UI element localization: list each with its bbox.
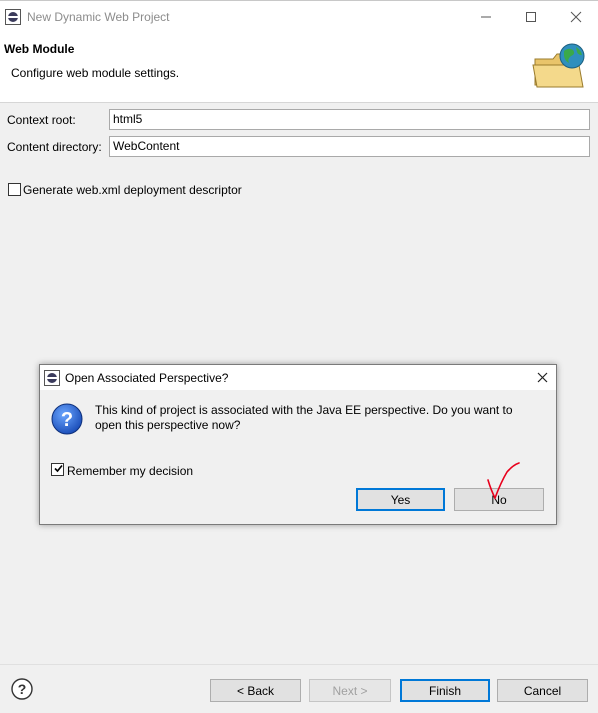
question-icon: ? xyxy=(51,403,83,435)
remember-decision-label: Remember my decision xyxy=(67,464,194,478)
svg-text:?: ? xyxy=(61,409,73,431)
checkmark-icon xyxy=(54,464,63,473)
dialog-close-button[interactable] xyxy=(528,365,556,390)
eclipse-app-icon xyxy=(5,9,21,25)
dialog-titlebar: Open Associated Perspective? xyxy=(40,365,556,390)
maximize-button[interactable] xyxy=(508,1,554,33)
context-root-label: Context root: xyxy=(7,113,76,127)
minimize-button[interactable] xyxy=(463,1,509,33)
next-button[interactable]: Next > xyxy=(309,679,391,702)
content-directory-label: Content directory: xyxy=(7,140,102,154)
dialog-title: Open Associated Perspective? xyxy=(65,371,229,385)
annotation-check-mark xyxy=(487,462,520,500)
wizard-header: Web Module Configure web module settings… xyxy=(0,33,598,103)
folder-globe-icon xyxy=(532,43,585,88)
window-title: New Dynamic Web Project xyxy=(27,10,170,24)
context-root-input[interactable]: html5 xyxy=(109,109,590,130)
finish-button[interactable]: Finish xyxy=(400,679,490,702)
generate-webxml-label: Generate web.xml deployment descriptor xyxy=(23,183,242,197)
yes-button[interactable]: Yes xyxy=(356,488,445,511)
perspective-dialog: Open Associated Perspective? ? This kind… xyxy=(39,364,557,525)
maximize-icon xyxy=(526,12,536,22)
dialog-message: This kind of project is associated with … xyxy=(95,403,545,433)
close-button[interactable] xyxy=(553,1,598,33)
generate-webxml-checkbox[interactable] xyxy=(8,183,21,196)
close-icon xyxy=(537,372,547,383)
svg-text:?: ? xyxy=(18,681,27,697)
window-titlebar: New Dynamic Web Project xyxy=(0,0,598,33)
help-icon[interactable]: ? xyxy=(11,678,33,700)
dialog-message-line-1: This kind of project is associated with … xyxy=(95,403,513,417)
minimize-icon xyxy=(481,16,491,18)
back-button[interactable]: < Back xyxy=(210,679,301,702)
page-subtitle: Configure web module settings. xyxy=(11,66,180,80)
content-directory-input[interactable]: WebContent xyxy=(109,136,590,157)
close-icon xyxy=(570,11,582,23)
dialog-message-line-2: open this perspective now? xyxy=(95,418,241,432)
page-title: Web Module xyxy=(4,42,75,56)
footer-separator xyxy=(0,664,598,665)
cancel-button[interactable]: Cancel xyxy=(497,679,588,702)
eclipse-app-icon xyxy=(44,370,60,386)
